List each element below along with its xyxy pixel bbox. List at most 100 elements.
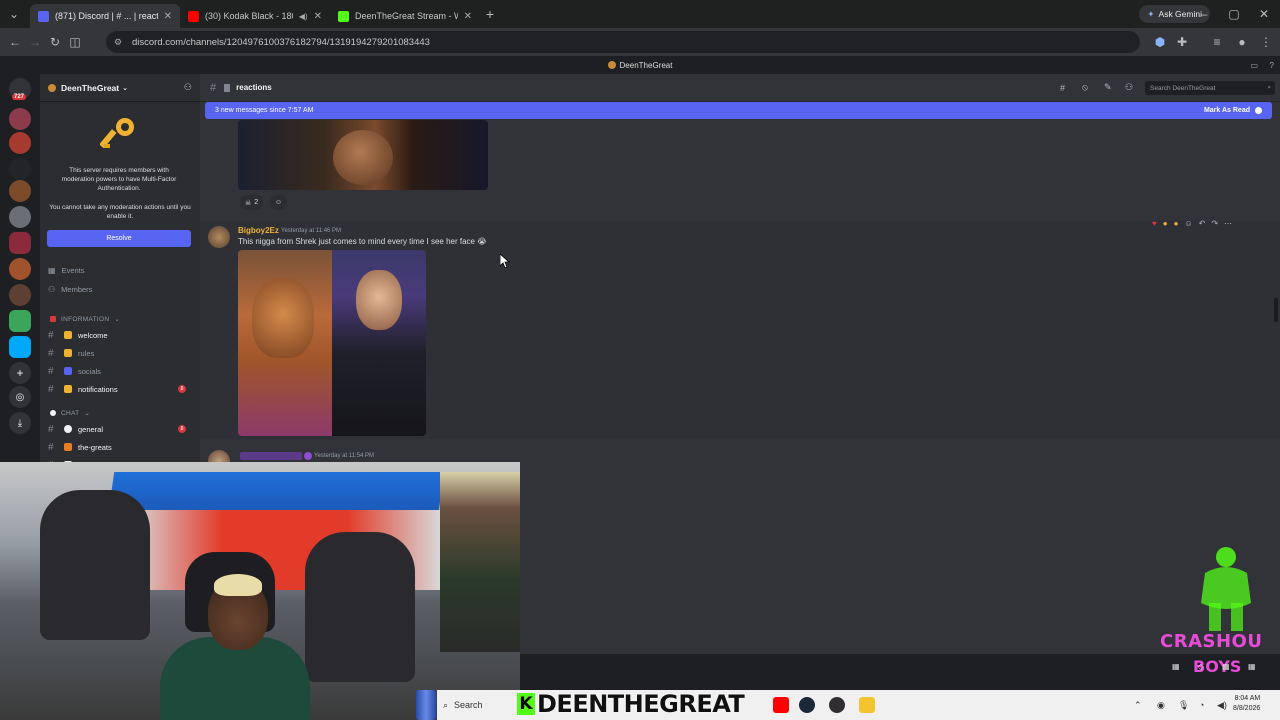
category-label: CHAT — [61, 409, 80, 417]
scrollbar-thumb[interactable] — [1274, 298, 1278, 322]
dm-badge: 727 — [12, 94, 27, 100]
reading-list-icon[interactable]: ≡ — [1207, 32, 1227, 52]
close-tab-icon[interactable]: ✕ — [164, 11, 172, 22]
image-attachment[interactable] — [238, 250, 426, 436]
skull-icon: ☠ — [245, 199, 252, 207]
resolve-button[interactable]: Resolve — [47, 230, 191, 247]
mute-icon[interactable]: ⦸ — [1082, 82, 1088, 93]
pin-icon[interactable]: ✎ — [1104, 82, 1112, 93]
youtube-tab-icon — [188, 10, 199, 22]
tab-kick[interactable]: DeenTheGreat Stream - Watch ✕ — [330, 4, 480, 28]
add-friend-icon[interactable]: ⚇ — [184, 82, 192, 93]
back-icon[interactable]: ← — [5, 32, 25, 52]
tray-chevron-icon[interactable]: ⌃ — [1134, 700, 1142, 711]
volume-icon[interactable]: ◀) — [1217, 700, 1227, 711]
next-message-author[interactable] — [240, 452, 302, 460]
heart-reaction-icon[interactable]: ♥ — [1152, 219, 1157, 228]
split-view-icon[interactable]: ◫ — [65, 32, 85, 52]
server-icon[interactable] — [9, 258, 31, 280]
taskbar-search[interactable]: ⌕ Search — [443, 700, 483, 711]
members-item[interactable]: ⚇ Members — [48, 285, 92, 294]
channel-emoji-icon — [224, 83, 231, 92]
server-icon[interactable] — [9, 132, 31, 154]
close-tab-icon[interactable]: ✕ — [314, 11, 322, 22]
clock[interactable]: 8:04 AM 8/8/2026 — [1233, 694, 1260, 714]
explore-icon[interactable]: ◎ — [9, 386, 31, 408]
add-reaction-icon[interactable]: ☺ — [1184, 219, 1192, 228]
category-information[interactable]: INFORMATION ⌄ — [50, 315, 120, 323]
category-chat[interactable]: CHAT ⌄ — [50, 409, 90, 417]
obs-app-icon[interactable] — [829, 697, 845, 713]
add-server-icon[interactable]: + — [9, 362, 31, 384]
search-placeholder: Search DeenTheGreat — [1150, 84, 1216, 92]
microphone-icon[interactable]: 🎙 — [1178, 700, 1189, 711]
mark-as-read-label[interactable]: Mark As Read — [1204, 107, 1250, 114]
channel-general[interactable]: # general 8 — [48, 421, 194, 437]
discord-title-strip: DeenTheGreat ▭ ? — [0, 56, 1280, 74]
download-icon[interactable]: ⤓ — [9, 412, 31, 434]
forward-icon[interactable]: → — [25, 32, 45, 52]
server-icon[interactable] — [9, 180, 31, 202]
reload-icon[interactable]: ↻ — [45, 32, 65, 52]
threads-icon[interactable]: # — [1060, 83, 1065, 93]
file-explorer-icon[interactable] — [859, 697, 875, 713]
tab-menu-icon[interactable]: ⌄ — [4, 4, 24, 24]
kebab-menu-icon[interactable]: ⋮ — [1256, 32, 1276, 52]
tray-overflow-icons: ▦ ◇ ▦ ▦ — [1172, 662, 1264, 671]
maximize-icon[interactable]: ▢ — [1224, 4, 1244, 24]
energy-can — [416, 690, 436, 720]
tab-label: DeenTheGreat Stream - Watch — [355, 11, 458, 21]
stream-name-banner: DEENTHEGREAT — [537, 690, 745, 718]
server-icon[interactable] — [9, 310, 31, 332]
mfa-notice: This server requires members with modera… — [61, 167, 177, 192]
channel-welcome[interactable]: # welcome — [48, 327, 194, 343]
new-tab-button[interactable]: + — [480, 4, 500, 24]
tab-label: (871) Discord | # ... | reactions — [55, 11, 158, 21]
speaker-icon[interactable]: ◀) — [299, 12, 308, 21]
events-item[interactable]: ▦ Events — [48, 266, 85, 275]
new-messages-bar[interactable]: 3 new messages since 7:57 AM Mark As Rea… — [205, 102, 1272, 119]
channel-notifications[interactable]: # notifications 8 — [48, 381, 194, 397]
reaction-skull[interactable]: ☠ 2 — [240, 195, 264, 210]
channel-the-greats[interactable]: # the-greats — [48, 439, 194, 455]
steam-app-icon[interactable] — [799, 697, 815, 713]
tab-youtube[interactable]: (30) Kodak Black - 1800 De ◀) ✕ — [180, 4, 330, 28]
server-icon-selected[interactable] — [9, 232, 31, 254]
server-icon[interactable] — [9, 108, 31, 130]
profile-icon[interactable]: ● — [1232, 32, 1252, 52]
server-icon[interactable] — [9, 206, 31, 228]
reply-icon[interactable]: ↶ — [1199, 219, 1206, 228]
wifi-icon[interactable]: ◔ — [1199, 700, 1204, 710]
avatar[interactable] — [208, 226, 230, 248]
minimize-icon[interactable]: – — [1194, 4, 1214, 24]
site-info-icon[interactable]: ⚙ — [114, 37, 122, 48]
hash-icon: # — [48, 347, 54, 359]
laugh-reaction-icon[interactable]: ● — [1163, 219, 1168, 228]
member-list-icon[interactable]: ⚇ — [1125, 82, 1133, 93]
close-tab-icon[interactable]: ✕ — [464, 11, 472, 22]
image-attachment[interactable] — [238, 120, 488, 190]
more-options-icon[interactable]: ⋯ — [1224, 219, 1232, 228]
puzzle-icon[interactable]: ✚ — [1172, 32, 1192, 52]
network-icon[interactable]: ◉ — [1157, 700, 1165, 711]
server-icon[interactable] — [9, 336, 31, 358]
youtube-app-icon[interactable] — [773, 697, 789, 713]
mouse-cursor-icon — [499, 253, 511, 273]
add-reaction-button[interactable]: ☺ — [270, 195, 287, 210]
server-icon[interactable] — [9, 158, 31, 180]
help-icon[interactable]: ? — [1270, 61, 1274, 70]
forward-icon[interactable]: ↷ — [1211, 219, 1218, 228]
inbox-icon[interactable]: ▭ — [1250, 61, 1258, 70]
cry-reaction-icon[interactable]: ● — [1174, 219, 1179, 228]
message-author[interactable]: Bigboy2Ez — [238, 226, 279, 235]
channel-rules[interactable]: # rules — [48, 345, 194, 361]
extension-icon[interactable]: ⬢ — [1150, 32, 1170, 52]
close-window-icon[interactable]: ✕ — [1254, 4, 1274, 24]
server-header[interactable]: DeenTheGreat ⌄ ⚇ — [40, 74, 200, 102]
search-input[interactable]: Search DeenTheGreat ⌕ — [1145, 81, 1275, 95]
tab-discord[interactable]: (871) Discord | # ... | reactions ✕ — [30, 4, 180, 28]
server-icon[interactable] — [9, 284, 31, 306]
clock-date: 8/8/2026 — [1233, 705, 1261, 712]
channel-socials[interactable]: # socials — [48, 363, 194, 379]
url-bar[interactable]: ⚙ discord.com/channels/12049761003761827… — [106, 31, 1140, 53]
